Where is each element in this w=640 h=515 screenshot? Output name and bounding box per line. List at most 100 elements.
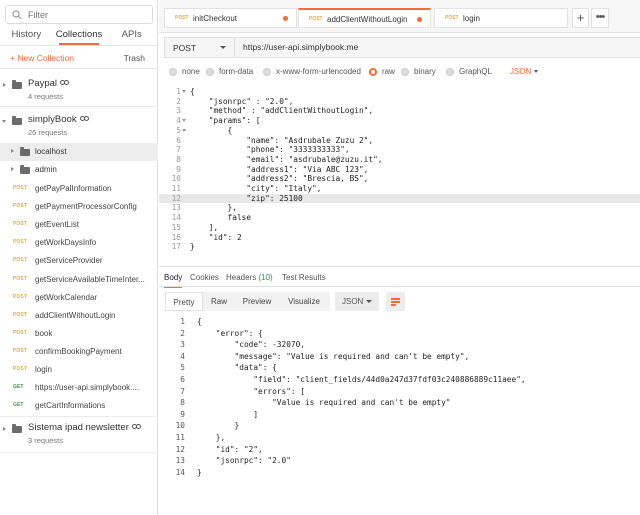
response-format-select[interactable]: JSON [335,292,379,311]
collection-paypal[interactable]: Paypal 4 requests [0,78,158,106]
request-item[interactable]: POST getWorkCalendar [0,289,158,307]
code-line: 7 "phone": "3333333333", [159,145,640,155]
line-number: 9 [180,409,185,419]
line-number: 3 [180,340,185,350]
folder-admin[interactable]: admin [0,161,158,179]
folder-localhost[interactable]: localhost [0,143,158,161]
collection-sistema-ipad-newsletter[interactable]: Sistema ipad newsletter 3 requests [0,422,158,450]
code-line: 1{ [159,87,640,97]
method-badge: GET [13,402,24,409]
radio-icon[interactable] [206,68,214,76]
method-badge: POST [13,366,28,372]
tab-cookies[interactable]: Cookies [190,273,219,282]
caret-down-icon[interactable] [2,120,6,123]
request-item[interactable]: POST getEventList [0,216,158,234]
filter-box[interactable] [5,5,153,24]
request-item[interactable]: POST getServiceProvider [0,252,158,270]
line-number: 5 [176,125,181,135]
line-number: 9 [176,164,181,174]
caret-right-icon[interactable] [3,427,6,431]
request-item[interactable]: POST getPaymentProcessorConfig [0,198,158,216]
tab-body[interactable]: Body [164,273,183,288]
code-line: 9 "address1": "Via ABC 123", [159,165,640,175]
line-number: 4 [176,116,181,126]
folder-icon [12,116,22,125]
tab-headers[interactable]: Headers (10) [226,273,273,282]
fold-caret-icon[interactable] [182,90,186,93]
caret-right-icon[interactable] [3,83,6,87]
team-icon [60,80,70,86]
request-name: getServiceAvailableTimeInter... [35,274,145,284]
collection-meta: 3 requests [28,436,64,445]
radio-icon[interactable] [263,68,271,76]
request-item[interactable]: POST getPayPalInformation [0,180,158,198]
view-pretty[interactable]: Pretty [165,292,203,311]
request-item[interactable]: POST addClientWithoutLogin [0,307,158,325]
request-item[interactable]: POST getWorkDaysInfo [0,234,158,252]
radio-selected-icon[interactable] [369,68,377,76]
tab-test-results[interactable]: Test Results [282,273,326,282]
sidebar-tabs: History Collections APIs [0,28,158,45]
chevron-down-icon [366,300,372,303]
method-select[interactable]: POST [165,38,235,57]
tab-login[interactable]: POST login [434,8,568,28]
caret-right-icon[interactable] [11,167,14,171]
view-raw[interactable]: Raw [205,292,233,311]
request-body-editor[interactable]: 1{2 "jsonrpc" : "2.0", 3 "method" : "addC… [159,84,640,264]
method-badge: POST [13,275,28,282]
request-item[interactable]: POST confirmBookingPayment [0,343,158,361]
code-line: 3 "code": -32070, [159,340,640,350]
collection-simplybook[interactable]: simplyBook 26 requests [0,114,158,142]
tab-history[interactable]: History [0,28,53,45]
code-text: "address1": "Via ABC 123", [190,164,369,174]
code-text: "message": "Value is required and can't … [197,351,470,361]
method-badge: POST [13,203,28,210]
tab-menu-button[interactable]: ••• [591,8,609,28]
method-badge: POST [13,311,28,318]
line-number: 1 [176,87,181,96]
view-preview[interactable]: Preview [237,292,277,311]
unsaved-dot-icon [417,17,422,22]
code-text: { [197,317,202,326]
new-tab-button[interactable]: + [572,8,589,28]
caret-right-icon[interactable] [11,149,14,153]
view-visualize[interactable]: Visualize [281,292,327,311]
radio-icon[interactable] [169,68,177,76]
tab-init-checkout[interactable]: POST initCheckout [164,8,297,28]
filter-input[interactable] [28,9,138,20]
code-text: ] [197,409,259,419]
code-line: 3 "method" : "addClientWithoutLogin", [159,106,640,116]
code-text: } [190,242,195,252]
code-line: 15 ], [159,223,640,233]
line-number: 14 [171,213,181,223]
request-name: getServiceProvider [35,256,103,266]
request-item[interactable]: GET getCartInformations [0,397,158,415]
response-body[interactable]: 1{2 "error": {3 "code": -32070, 4 "messag… [159,317,640,477]
radio-icon[interactable] [401,68,409,76]
tab-apis[interactable]: APIs [105,28,158,45]
url-input[interactable] [243,42,623,52]
folder-icon [12,80,22,89]
code-text: "id": 2 [190,232,242,242]
radio-label: binary [414,67,436,76]
fold-caret-icon[interactable] [182,119,186,123]
tab-collections[interactable]: Collections [53,28,106,45]
request-item[interactable]: POST login [0,361,158,379]
request-item[interactable]: POST getServiceAvailableTimeInter... [0,271,158,289]
radio-icon[interactable] [446,68,454,76]
request-item[interactable]: POST book [0,325,158,343]
request-name: login [35,365,52,374]
wrap-lines-icon[interactable] [386,292,405,311]
new-collection-button[interactable]: + New Collection [10,53,74,63]
divider [0,68,158,69]
tab-label: addClientWithoutLogin [327,15,408,24]
request-item[interactable]: GET https://user-api.simplybook.... [0,379,158,397]
trash-button[interactable]: Trash [124,53,145,63]
line-number: 12 [171,193,181,203]
tab-add-client-without-login[interactable]: POST addClientWithoutLogin [298,8,431,28]
fold-caret-icon[interactable] [182,128,186,132]
line-number: 6 [180,375,185,384]
code-text: "data": { [197,363,277,373]
body-format-select[interactable]: JSON [510,67,538,76]
code-text: ], [190,222,219,232]
